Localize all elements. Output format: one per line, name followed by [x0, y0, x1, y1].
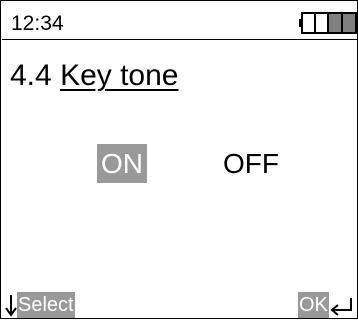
ok-softkey[interactable]: OK: [298, 291, 355, 319]
device-screen: 12:34 4.4 Key tone ON OFF Select OK: [0, 0, 358, 319]
page-number: 4.4: [10, 59, 52, 92]
option-off[interactable]: OFF: [216, 144, 286, 183]
ok-softkey-label: OK: [298, 292, 329, 318]
page-name: Key tone: [60, 59, 179, 92]
enter-return-icon: [330, 298, 352, 316]
select-softkey[interactable]: Select: [5, 291, 75, 319]
softkey-bar: Select OK: [1, 287, 358, 320]
option-on[interactable]: ON: [97, 144, 147, 183]
battery-icon: [299, 12, 357, 34]
select-softkey-label: Select: [17, 292, 75, 318]
clock-time: 12:34: [11, 12, 64, 35]
status-bar: 12:34: [2, 2, 358, 40]
page-title: 4.4 Key tone: [10, 59, 178, 93]
arrow-down-icon: [5, 295, 17, 317]
